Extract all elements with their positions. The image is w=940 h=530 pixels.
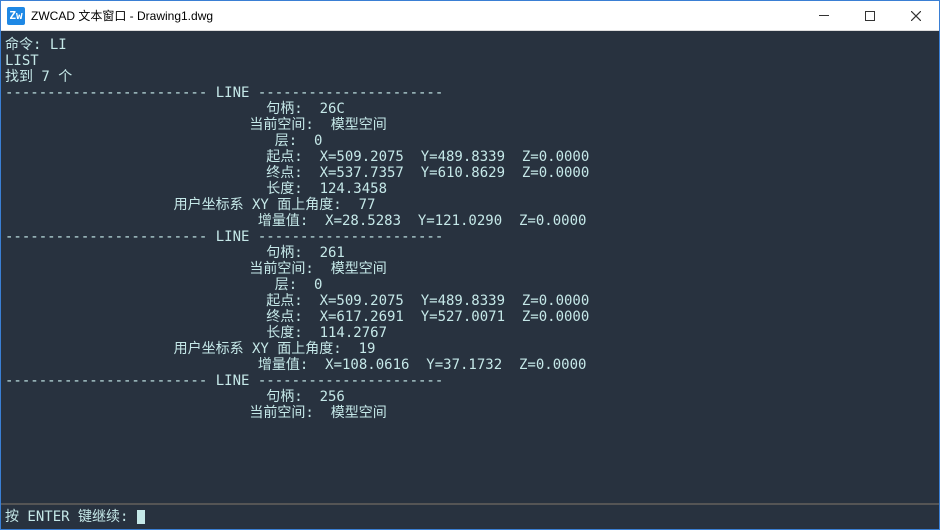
app-icon: Zw — [7, 7, 25, 25]
terminal-output: 命令: LI LIST 找到 7 个 ---------------------… — [1, 31, 939, 504]
minimize-button[interactable] — [801, 1, 847, 30]
maximize-button[interactable] — [847, 1, 893, 30]
window-controls — [801, 1, 939, 30]
maximize-icon — [865, 11, 875, 21]
input-cursor — [137, 510, 145, 524]
window-title: ZWCAD 文本窗口 - Drawing1.dwg — [31, 7, 801, 24]
window-titlebar: Zw ZWCAD 文本窗口 - Drawing1.dwg — [1, 1, 939, 31]
prompt-label: 按 ENTER 键继续: — [5, 509, 137, 525]
close-icon — [911, 11, 921, 21]
minimize-icon — [819, 15, 829, 16]
text-window-terminal: 命令: LI LIST 找到 7 个 ---------------------… — [1, 31, 939, 529]
close-button[interactable] — [893, 1, 939, 30]
prompt-row[interactable]: 按 ENTER 键继续: — [1, 504, 939, 529]
